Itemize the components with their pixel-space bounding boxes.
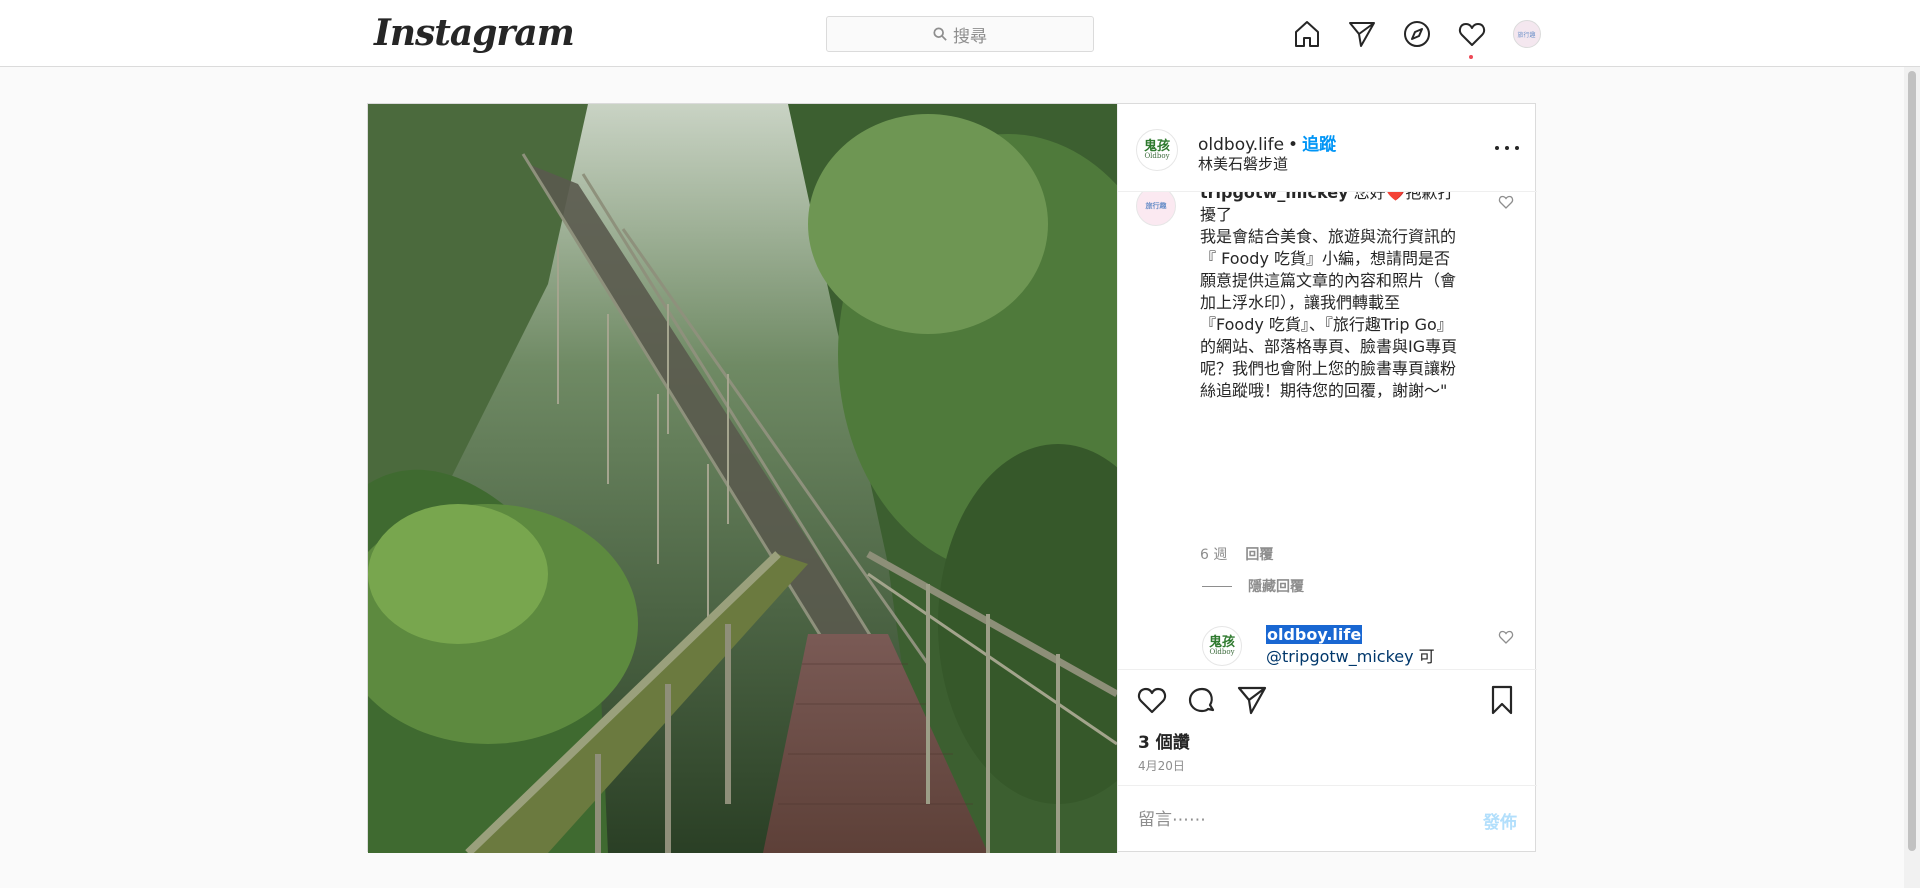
search-icon (933, 27, 947, 41)
post-header: 鬼孩 Oldboy oldboy.life • 追蹤 林美石磐步道 (1118, 104, 1537, 192)
more-options-icon[interactable] (1495, 138, 1519, 158)
comment-bubble-icon[interactable] (1186, 684, 1218, 716)
hide-replies-label: 隱藏回覆 (1248, 579, 1304, 595)
likes-count[interactable]: 3 個讚 (1138, 728, 1190, 753)
author-line: oldboy.life • 追蹤 (1198, 130, 1336, 155)
reply-author-avatar[interactable]: 鬼孩 Oldboy (1202, 626, 1242, 666)
post-actions: 3 個讚 4月20日 (1118, 669, 1537, 785)
comments-list[interactable]: 旅行趣 tripgotw_mickey 您好❤️抱歉打擾了 我是會結合美食、旅遊… (1118, 192, 1537, 669)
divider-line (1202, 585, 1232, 587)
reply-button[interactable]: 回覆 (1245, 544, 1273, 564)
separator-dot: • (1288, 135, 1299, 155)
follow-button[interactable]: 追蹤 (1302, 135, 1336, 155)
forest-staircase-image (368, 104, 1117, 853)
search-placeholder: 搜尋 (953, 26, 987, 47)
brand-logo: 鬼孩 Oldboy (1143, 139, 1170, 160)
page-scrollbar[interactable] (1904, 67, 1920, 888)
comment-composer: 發佈 (1118, 785, 1537, 853)
author-username[interactable]: oldboy.life (1198, 135, 1284, 155)
brand-logo: 鬼孩 Oldboy (1208, 635, 1235, 656)
post-photo[interactable] (368, 104, 1117, 853)
reply-mention[interactable]: @tripgotw_mickey (1266, 647, 1414, 666)
comment-input[interactable] (1138, 806, 1438, 834)
post-comment-button[interactable]: 發佈 (1483, 808, 1517, 833)
commenter-avatar[interactable]: 旅行趣 (1136, 192, 1176, 226)
scrollbar-thumb[interactable] (1908, 71, 1916, 851)
reply-like-heart-icon[interactable] (1498, 629, 1514, 645)
post-date[interactable]: 4月20日 (1138, 757, 1185, 774)
explore-icon[interactable] (1400, 18, 1433, 51)
home-icon[interactable] (1290, 18, 1323, 51)
bookmark-icon[interactable] (1486, 684, 1518, 716)
notification-dot (1469, 54, 1473, 59)
comment-username[interactable]: tripgotw_mickey (1200, 192, 1348, 202)
comment-like-heart-icon[interactable] (1498, 194, 1514, 210)
post-side-panel: 鬼孩 Oldboy oldboy.life • 追蹤 林美石磐步道 旅行趣 tripg… (1117, 104, 1537, 853)
reply-item: oldboy.life @tripgotw_mickey 可以。再麻煩你，謝謝。 (1266, 624, 1466, 669)
author-avatar[interactable]: 鬼孩 Oldboy (1136, 129, 1178, 171)
comment-age: 6 週 (1200, 547, 1228, 563)
comment-item: tripgotw_mickey 您好❤️抱歉打擾了 我是會結合美食、旅遊與流行資… (1200, 192, 1460, 402)
avatar: 旅行趣 (1512, 20, 1541, 48)
search-box[interactable]: 搜尋 (826, 16, 1094, 52)
activity-heart-icon[interactable] (1455, 18, 1488, 59)
reply-username[interactable]: oldboy.life (1266, 625, 1363, 644)
top-navigation: Instagram 搜尋 旅行趣 (0, 0, 1920, 67)
comment-meta: 6 週 回覆 (1200, 544, 1273, 564)
like-heart-icon[interactable] (1136, 684, 1168, 716)
post-modal: 鬼孩 Oldboy oldboy.life • 追蹤 林美石磐步道 旅行趣 tripg… (367, 103, 1537, 853)
profile-avatar-button[interactable]: 旅行趣 (1510, 18, 1543, 51)
comment-text: 我是會結合美食、旅遊與流行資訊的『 Foody 吃貨』小編，想請問是否願意提供這… (1200, 227, 1458, 400)
instagram-logo[interactable]: Instagram (374, 12, 575, 54)
post-location[interactable]: 林美石磐步道 (1198, 153, 1288, 174)
hide-replies-button[interactable]: 隱藏回覆 (1202, 576, 1304, 596)
nav-icon-bar: 旅行趣 (1290, 14, 1543, 59)
direct-icon[interactable] (1345, 18, 1378, 51)
share-icon[interactable] (1236, 684, 1268, 716)
